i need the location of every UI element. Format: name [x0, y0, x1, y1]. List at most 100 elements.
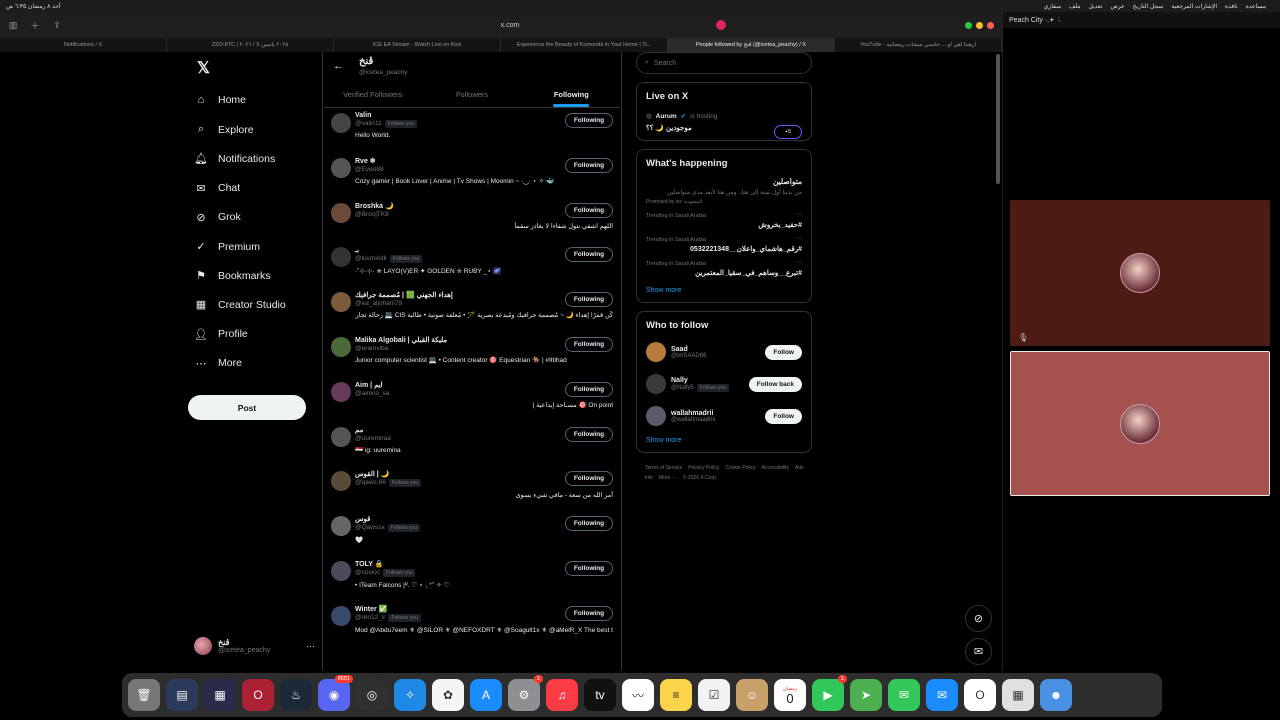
pinterest-icon[interactable] [716, 20, 726, 30]
avatar[interactable] [331, 381, 351, 402]
address-bar[interactable]: x.com [300, 17, 726, 33]
music-icon[interactable]: ♫ [546, 679, 578, 711]
footer-link[interactable]: More ··· [659, 475, 677, 481]
sidebar-toggle-icon[interactable]: ▥ [6, 18, 20, 32]
nav-item-profile[interactable]: 👤︎ Profile [194, 328, 248, 341]
menu-item[interactable]: عرض [1110, 3, 1124, 10]
browser-tab[interactable]: ZZO-8TC | ٢٠٢٦ / X ٢٠٢٥ ياسين [167, 38, 334, 52]
user-row[interactable]: Valin @valin11 Follows you Hello World. Foll… [323, 108, 621, 153]
user-row[interactable]: إهداء الجهني 🟩 | مُصممة جرافيك @ea_aljoha… [323, 287, 621, 332]
footer-link[interactable]: Accessibility [762, 465, 789, 471]
following-button[interactable]: Following [565, 516, 613, 532]
trend-item[interactable]: Trending in Saudi Arabia ··· #حفيد_بخروش [646, 211, 802, 229]
participant-tile-speaking[interactable] [1010, 351, 1270, 496]
menu-item[interactable]: تعديل [1089, 3, 1103, 10]
participant-tile[interactable]: 🎙︎ [1010, 200, 1270, 346]
nav-item-chat[interactable]: ✉ Chat [194, 182, 240, 195]
more-options-icon[interactable]: ··· [795, 235, 802, 242]
listeners-badge[interactable]: +5 [774, 125, 802, 139]
following-button[interactable]: Following [565, 471, 613, 487]
avatar[interactable] [331, 336, 351, 357]
menu-item[interactable]: مساعدة [1246, 3, 1266, 10]
avatar[interactable] [331, 471, 351, 492]
footer-link[interactable]: Terms of Service [645, 465, 682, 471]
trend-item[interactable]: Trending in Saudi Arabia ··· #رقم_هاشماي_و… [646, 235, 802, 253]
account-switcher[interactable]: ڨنخ @icetea_peachy ··· [194, 637, 315, 655]
safari-icon[interactable]: ✧ [394, 679, 426, 711]
user-row[interactable]: TOLY 🔒 @covioc Follows you • ITeam Falcons … [323, 556, 621, 601]
browser-tab[interactable]: People followed by ڨنخ (@icetea_peachy) … [668, 38, 835, 52]
promo-title[interactable]: متواصلين [646, 177, 802, 186]
opera-icon[interactable]: O [964, 679, 996, 711]
photos-icon[interactable]: ✿ [432, 679, 464, 711]
tab-verified-followers[interactable]: Verified Followers [323, 81, 422, 107]
opera-gx-icon[interactable]: O [242, 679, 274, 711]
menu-item[interactable]: ملف [1069, 3, 1080, 10]
browser-tab[interactable]: ICE EA Stream - Watch Live on Kick [334, 38, 501, 52]
footer-link[interactable]: Cookie Policy [725, 465, 755, 471]
follow-button[interactable]: Follow [765, 408, 802, 424]
notes-icon[interactable]: ≡ [660, 679, 692, 711]
more-options-icon[interactable]: ··· [306, 641, 315, 651]
suggested-user[interactable]: wallahmadrii @wallahmaadriii Follow [646, 405, 802, 427]
apple-tv-icon[interactable]: tv [584, 679, 616, 711]
nav-item-explore[interactable]: ⌕ Explore [194, 123, 254, 136]
menu-item[interactable]: الإشارات المرجعية [1171, 3, 1217, 10]
following-button[interactable]: Following [565, 113, 613, 128]
avatar[interactable] [331, 113, 351, 133]
avatar[interactable] [331, 560, 351, 581]
screen-recorder-icon[interactable]: ▦ [204, 679, 236, 711]
follow-button[interactable]: Follow [765, 344, 802, 360]
menu-item[interactable]: نافذة [1225, 3, 1238, 10]
following-button[interactable]: Following [565, 157, 613, 173]
nav-item-grok[interactable]: ⊘ Grok [194, 211, 240, 224]
messages-float-icon[interactable]: ✉ [965, 638, 992, 665]
follow-back-button[interactable]: Follow back [748, 376, 802, 392]
x-logo-icon[interactable]: 𝕏 [197, 58, 210, 78]
share-icon[interactable]: ⇪ [50, 18, 64, 32]
avatar[interactable] [646, 374, 666, 395]
browser-tab[interactable]: Notifications / X [0, 38, 167, 52]
nav-item-notifications[interactable]: 🔔︎ Notifications [194, 152, 275, 166]
tab-followers[interactable]: Followers [422, 81, 521, 107]
user-row[interactable]: Aim | ايم @aimco_sa On point 🎯 مسـاحة إبدا… [323, 377, 621, 422]
avatar[interactable] [331, 157, 351, 178]
user-row[interactable]: ﺑـ @luvminitk Follows you ·˚⊹·⊹· ✯ LAYO(V)E… [323, 242, 621, 287]
avatar[interactable] [331, 247, 351, 268]
following-button[interactable]: Following [565, 381, 613, 397]
avatar[interactable] [331, 605, 351, 626]
calendar-icon[interactable]: رمضان 0 [774, 679, 806, 711]
menu-item[interactable]: سفاري [1044, 3, 1061, 10]
menu-item[interactable]: سجل التاريخ [1133, 3, 1164, 10]
live-card[interactable]: Live on X ◍ Aurum ✔ is hosting موجودين 🌙… [636, 82, 812, 141]
avatar[interactable] [331, 202, 351, 223]
finder-icon[interactable]: ☻ [1040, 679, 1072, 711]
nav-item-home[interactable]: ⌂ Home [194, 94, 246, 106]
following-button[interactable]: Following [565, 605, 613, 621]
avatar[interactable] [331, 292, 351, 313]
following-button[interactable]: Following [565, 426, 613, 442]
clock[interactable]: أحد ٨ رمضان ٦:٣٥ ص [6, 3, 61, 10]
app-store-icon[interactable]: A [470, 679, 502, 711]
user-row[interactable]: قوس @Qawssx Follows you 🤍 Following [323, 511, 621, 556]
mail-icon[interactable]: ✉ [926, 679, 958, 711]
footer-link[interactable]: Privacy Policy [688, 465, 719, 471]
post-button[interactable]: Post [188, 395, 306, 420]
user-row[interactable]: Malika Algobali | مليكة القبلي @eramviba J… [323, 332, 621, 377]
messages-icon[interactable]: ✉ [888, 679, 920, 711]
avatar[interactable] [331, 516, 351, 537]
maps-icon[interactable]: ➤ [850, 679, 882, 711]
freeform-icon[interactable]: 〰 [622, 679, 654, 711]
minimize-button[interactable] [976, 21, 983, 29]
nav-item-premium[interactable]: ✓ Premium [194, 240, 260, 254]
new-tab-icon[interactable]: ＋ [28, 18, 42, 32]
launchpad-icon[interactable]: ▦ [1002, 679, 1034, 711]
avatar[interactable] [646, 406, 666, 427]
trend-item[interactable]: Trending in Saudi Arabia ··· #تبرع__وساهم_… [646, 259, 802, 277]
following-button[interactable]: Following [565, 202, 613, 218]
more-options-icon[interactable]: ··· [795, 211, 802, 218]
following-button[interactable]: Following [565, 247, 613, 263]
following-button[interactable]: Following [565, 336, 613, 352]
maximize-button[interactable] [965, 21, 972, 29]
tab-following[interactable]: Following [522, 81, 621, 107]
